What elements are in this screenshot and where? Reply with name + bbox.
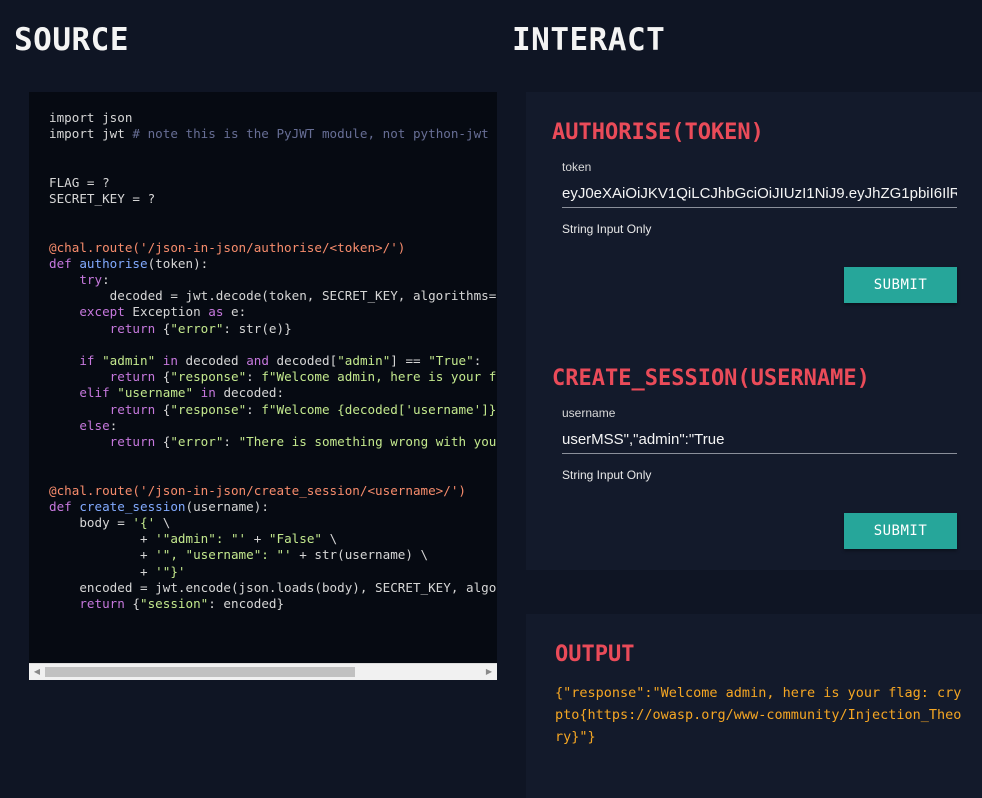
scrollbar-thumb[interactable] (45, 667, 355, 677)
interact-heading: INTERACT (512, 22, 666, 58)
code-line: return {"error": str(e)} (109, 320, 292, 336)
create-session-submit-button[interactable]: SUBMIT (844, 513, 957, 549)
token-input[interactable] (562, 179, 957, 208)
code-line: + '"admin": "' + "False" \ (49, 531, 338, 547)
code-viewport: import json import jwt # note this is th… (29, 92, 497, 664)
code-line: elif "username" in decoded: (79, 385, 285, 401)
code-line: return {"error": "There is something wro… (109, 434, 497, 450)
scroll-left-arrow-icon[interactable]: ◀ (31, 667, 43, 677)
code-line: encoded = jwt.encode(json.loads(body), S… (79, 579, 497, 595)
code-line: SECRET_KEY = ? (49, 191, 156, 207)
code-line: import json (49, 110, 133, 125)
scroll-right-arrow-icon[interactable]: ▶ (483, 667, 495, 677)
code-line: if "admin" in decoded and decoded["admin… (79, 353, 482, 369)
code-line: + '"}' (49, 563, 186, 579)
code-line: def create_session(username): (49, 498, 269, 514)
output-title: OUTPUT (555, 642, 635, 667)
token-label: token (562, 160, 592, 174)
output-text: {"response":"Welcome admin, here is your… (555, 685, 962, 745)
code-line: return {"session": encoded} (79, 596, 285, 612)
create-session-title: CREATE_SESSION(USERNAME) (552, 366, 870, 391)
source-code: import json import jwt # note this is th… (29, 92, 497, 612)
source-heading: SOURCE (14, 22, 129, 58)
username-label: username (562, 406, 616, 420)
code-line: body = '{' \ (49, 515, 171, 531)
token-helper-text: String Input Only (562, 222, 652, 236)
source-code-panel[interactable]: import json import jwt # note this is th… (29, 92, 497, 680)
code-line: except Exception as e: (79, 304, 247, 320)
username-input[interactable] (562, 425, 957, 454)
code-line: import jwt # note this is the PyJWT modu… (49, 126, 489, 142)
code-line: return {"response": f"Welcome {decoded['… (109, 401, 497, 417)
username-helper-text: String Input Only (562, 468, 652, 482)
code-line: else: (79, 417, 118, 433)
code-line: + '", "username": "' + str(username) \ (49, 547, 429, 563)
horizontal-scrollbar[interactable]: ◀ ▶ (29, 663, 497, 680)
code-line: FLAG = ? (49, 174, 110, 190)
code-line: @chal.route('/json-in-json/authorise/<to… (49, 239, 406, 255)
code-line: def authorise(token): (49, 255, 209, 271)
code-line: decoded = jwt.decode(token, SECRET_KEY, … (109, 288, 497, 304)
authorise-submit-button[interactable]: SUBMIT (844, 267, 957, 303)
output-card: OUTPUT {"response":"Welcome admin, here … (526, 614, 982, 798)
code-line: @chal.route('/json-in-json/create_sessio… (49, 482, 467, 498)
interact-card: AUTHORISE(TOKEN) token String Input Only… (526, 92, 982, 570)
code-line: try: (79, 272, 110, 288)
authorise-title: AUTHORISE(TOKEN) (552, 120, 764, 145)
code-line: return {"response": f"Welcome admin, her… (109, 369, 497, 385)
